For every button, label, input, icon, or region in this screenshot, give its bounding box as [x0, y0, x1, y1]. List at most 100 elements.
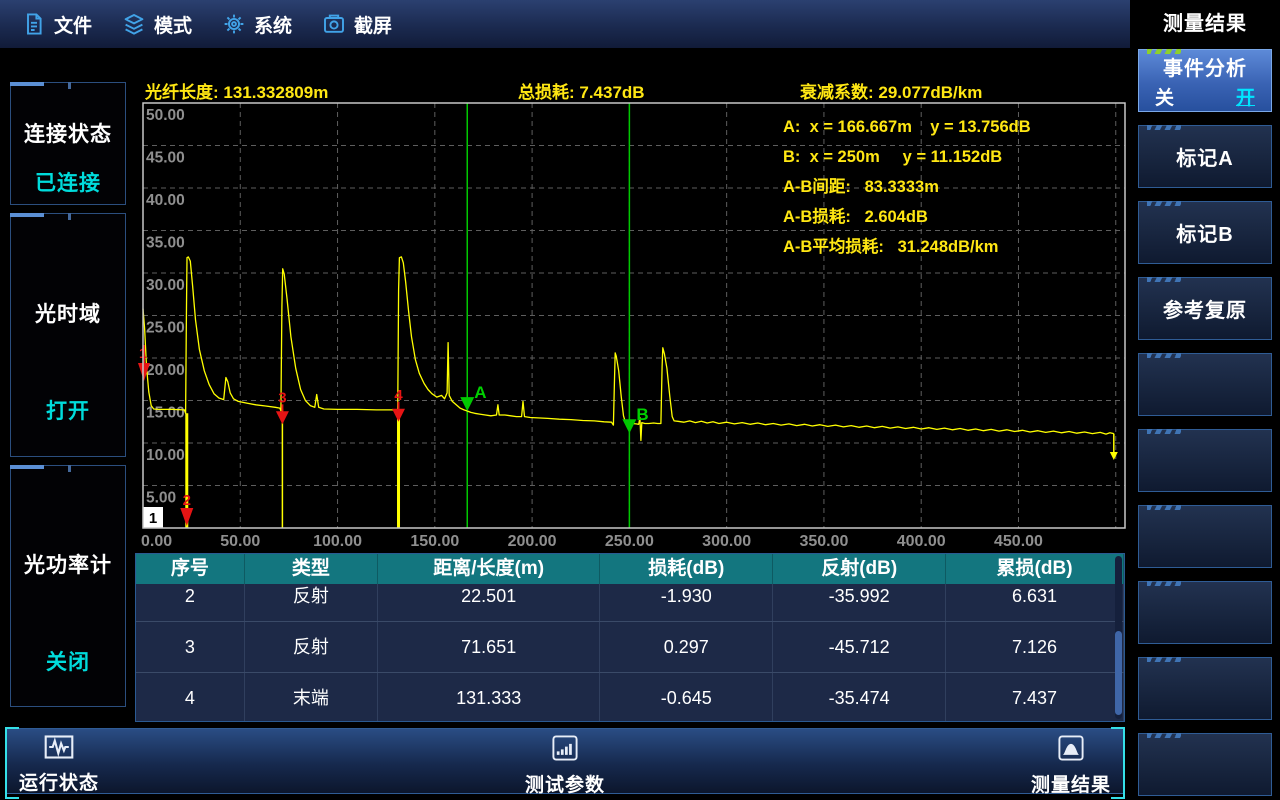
panel-连接状态: 连接状态 已连接 [10, 82, 126, 205]
corner-slashes-icon [1147, 277, 1181, 282]
menu-item-2[interactable]: 模式 [122, 11, 192, 38]
top-menu-bar: 文件 模式 系统 截屏 [0, 0, 1130, 48]
trace-end-arrow [1110, 452, 1118, 460]
table-header-5: 反射(dB) [773, 554, 946, 584]
table-cell: 末端 [245, 673, 378, 721]
table-cell: 反射 [245, 584, 378, 621]
menu-item-label: 模式 [154, 11, 192, 38]
x-tick-label: 0.00 [141, 533, 172, 550]
menu-item-label: 系统 [254, 11, 292, 38]
event-table-body: 2反射22.501-1.930-35.9926.6313反射71.6510.29… [136, 584, 1124, 721]
table-cell: 71.651 [378, 622, 600, 672]
table-cell: -1.930 [600, 584, 773, 621]
table-cell: -45.712 [773, 622, 946, 672]
table-cell: 2 [136, 584, 245, 621]
corner-slashes-icon [1147, 733, 1181, 738]
bottom-tab-测量结果[interactable]: 测量结果 [1031, 733, 1111, 797]
menu-item-4[interactable]: 截屏 [322, 11, 392, 38]
table-cell: -0.645 [600, 673, 773, 721]
softkey-label: 标记B [1176, 218, 1233, 247]
x-tick-label: 200.00 [508, 533, 557, 550]
softkey-标记B[interactable]: 标记B [1138, 201, 1272, 264]
marker-ab-readout: A: x = 166.667m y = 13.756dBB: x = 250m … [783, 112, 1031, 262]
toggle-on-label: 开 [1236, 83, 1255, 110]
event-2-number: 2 [183, 492, 191, 509]
table-cell: -35.992 [773, 584, 946, 621]
x-tick-label: 400.00 [897, 533, 946, 550]
panel-光功率计[interactable]: 光功率计 关闭 [10, 465, 126, 707]
softkey-label: 标记A [1176, 142, 1233, 171]
event-3-arrow [276, 411, 289, 424]
marker-A-label: A [474, 383, 486, 402]
softkey-标记A[interactable]: 标记A [1138, 125, 1272, 188]
table-header-6: 累损(dB) [946, 554, 1124, 584]
event-table-header: 序号类型距离/长度(m)损耗(dB)反射(dB)累损(dB) [136, 554, 1124, 584]
readout-line: A-B间距: 83.3333m [783, 172, 1031, 202]
table-header-3: 距离/长度(m) [378, 554, 600, 584]
bottom-tab-bar: 运行状态 测试参数 测量结果 [6, 728, 1124, 794]
table-header-2: 类型 [245, 554, 378, 584]
event-4-arrow [392, 409, 405, 422]
table-scrollbar-thumb[interactable] [1115, 631, 1122, 715]
right-softkey-sidebar: 测量结果 事件分析关开标记A标记B参考复原 [1130, 0, 1280, 800]
table-header-4: 损耗(dB) [600, 554, 773, 584]
corner-slashes-icon [1147, 125, 1181, 130]
table-cell: 3 [136, 622, 245, 672]
right-corner-bracket [1111, 727, 1125, 799]
table-cell: 0.297 [600, 622, 773, 672]
readout-line: B: x = 250m y = 11.152dB [783, 142, 1031, 172]
y-tick-label: 25.00 [146, 320, 185, 337]
table-cell: 131.333 [378, 673, 600, 721]
y-tick-label: 20.00 [146, 362, 185, 379]
table-header-1: 序号 [136, 554, 245, 584]
panel-title: 连接状态 [24, 118, 112, 148]
panel-光时域[interactable]: 光时域 打开 [10, 213, 126, 457]
bottom-tab-测试参数[interactable]: 测试参数 [525, 733, 605, 797]
softkey-empty-9[interactable] [1138, 657, 1272, 720]
event-table: 序号类型距离/长度(m)损耗(dB)反射(dB)累损(dB) 2反射22.501… [135, 553, 1125, 722]
x-tick-label: 150.00 [410, 533, 459, 550]
event-3-number: 3 [278, 389, 286, 406]
y-tick-label: 45.00 [146, 150, 185, 167]
trace-badge-number: 1 [149, 510, 157, 527]
table-row[interactable]: 4末端131.333-0.645-35.4747.437 [136, 673, 1124, 721]
softkey-empty-10[interactable] [1138, 733, 1272, 796]
marker-B-label: B [636, 405, 648, 424]
menu-item-1[interactable]: 文件 [22, 11, 92, 38]
x-tick-label: 350.00 [799, 533, 848, 550]
menu-item-label: 截屏 [354, 11, 392, 38]
table-row[interactable]: 2反射22.501-1.930-35.9926.631 [136, 584, 1124, 622]
corner-slashes-icon [1147, 657, 1181, 662]
y-tick-label: 40.00 [146, 192, 185, 209]
corner-slashes-icon [1147, 429, 1181, 434]
y-tick-label: 35.00 [146, 235, 185, 252]
softkey-事件分析[interactable]: 事件分析关开 [1138, 49, 1272, 112]
x-tick-label: 100.00 [313, 533, 362, 550]
softkey-empty-7[interactable] [1138, 505, 1272, 568]
panel-value: 打开 [46, 395, 90, 425]
readout-line: A: x = 166.667m y = 13.756dB [783, 112, 1031, 142]
corner-slashes-icon [1147, 49, 1181, 54]
bottom-tab-label: 测量结果 [1031, 770, 1111, 797]
otdr-trace [143, 257, 1114, 441]
bottom-tab-运行状态[interactable]: 运行状态 [19, 733, 99, 795]
panel-title: 光时域 [35, 298, 101, 328]
corner-slashes-icon [1147, 201, 1181, 206]
softkey-参考复原[interactable]: 参考复原 [1138, 277, 1272, 340]
table-row[interactable]: 3反射71.6510.297-45.7127.126 [136, 622, 1124, 673]
menu-item-3[interactable]: 系统 [222, 11, 292, 38]
y-tick-label: 5.00 [146, 490, 176, 507]
softkey-empty-5[interactable] [1138, 353, 1272, 416]
softkey-empty-6[interactable] [1138, 429, 1272, 492]
softkey-empty-8[interactable] [1138, 581, 1272, 644]
camera-icon [322, 12, 346, 36]
bar-chart-icon [550, 733, 580, 768]
panel-value: 已连接 [35, 167, 101, 197]
y-tick-label: 50.00 [146, 107, 185, 124]
spectrum-icon [1056, 733, 1086, 768]
x-tick-label: 250.00 [605, 533, 654, 550]
toggle-off-label: 关 [1155, 83, 1174, 110]
panel-value: 关闭 [46, 646, 90, 676]
y-tick-label: 30.00 [146, 277, 185, 294]
table-cell: 7.437 [946, 673, 1124, 721]
